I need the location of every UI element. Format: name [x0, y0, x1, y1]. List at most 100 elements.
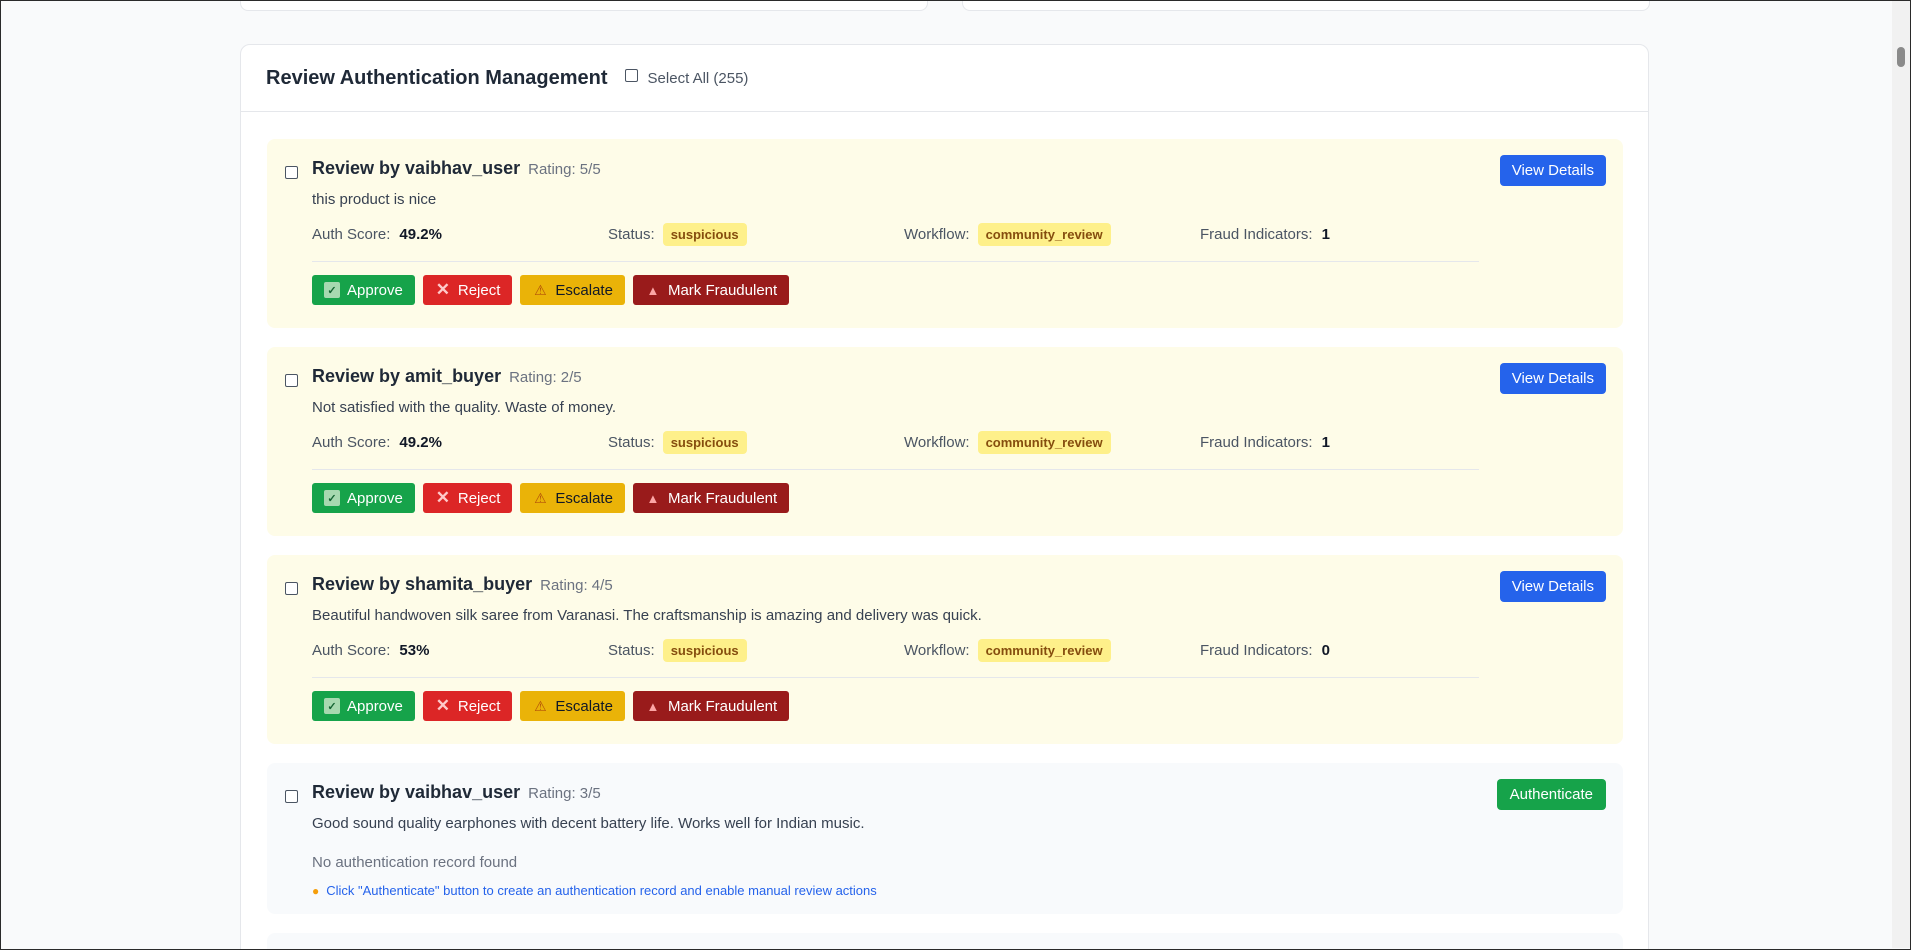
approve-label: Approve: [347, 281, 403, 299]
reject-button[interactable]: ✕ Reject: [422, 691, 513, 721]
workflow-badge: community_review: [977, 430, 1111, 454]
fraud-indicators-label: Fraud Indicators:: [1200, 433, 1313, 451]
auth-score-label: Auth Score:: [312, 433, 391, 451]
review-title: Review by shamita_buyer: [312, 574, 533, 594]
workflow-label: Workflow:: [904, 641, 970, 659]
divider: [312, 261, 1479, 262]
fraud-indicators-value: 1: [1321, 225, 1330, 243]
review-metrics: Auth Score: 49.2% Status: suspicious Workf…: [312, 222, 1483, 246]
fraud-indicators-value: 0: [1321, 641, 1330, 659]
authenticate-hint: ● Click "Authenticate" button to create …: [312, 883, 1483, 898]
approve-button[interactable]: ✓ Approve: [312, 483, 415, 513]
review-text: Beautiful handwoven silk saree from Vara…: [312, 607, 982, 624]
fraud-indicators-label: Fraud Indicators:: [1200, 225, 1313, 243]
status-metric: Status: suspicious: [608, 638, 747, 662]
escalate-button[interactable]: ⚠ Escalate: [520, 275, 625, 305]
auth-score-value: 53%: [399, 641, 430, 659]
vertical-scrollbar[interactable]: [1892, 1, 1910, 948]
review-actions: ✓ Approve ✕ Reject ⚠ Escalate ▲ Mark Fraudul…: [312, 691, 1483, 721]
check-box-icon: ✓: [324, 698, 340, 714]
review-card: Review by amit_buyer Rating: 2/5 Not sat…: [267, 347, 1623, 536]
review-heading: Review by shamita_buyer Rating: 4/5: [312, 574, 1483, 595]
view-details-button[interactable]: View Details: [1499, 155, 1606, 186]
status-badge: suspicious: [662, 430, 747, 454]
review-content: Review by amit_buyer Rating: 2/5 Not sat…: [312, 366, 1483, 513]
review-card: Review by vaibhav_user Rating: 5/5 this …: [267, 139, 1623, 328]
review-rating: Rating: 4/5: [540, 577, 613, 594]
review-content: Review by vaibhav_user Rating: 3/5 Good …: [312, 782, 1483, 898]
siren-icon: ▲: [646, 490, 660, 506]
approve-button[interactable]: ✓ Approve: [312, 691, 415, 721]
summary-card-left: [240, 0, 928, 11]
approve-label: Approve: [347, 697, 403, 715]
approve-button[interactable]: ✓ Approve: [312, 275, 415, 305]
scrollbar-thumb[interactable]: [1897, 47, 1905, 67]
mark-fraudulent-button[interactable]: ▲ Mark Fraudulent: [632, 483, 790, 513]
review-text: Good sound quality earphones with decent…: [312, 815, 865, 832]
authenticate-hint-text: Click "Authenticate" button to create an…: [326, 883, 877, 898]
workflow-label: Workflow:: [904, 433, 970, 451]
review-text: Not satisfied with the quality. Waste of…: [312, 399, 617, 416]
review-heading: Review by amit_buyer Rating: 2/5: [312, 366, 1483, 387]
reject-button[interactable]: ✕ Reject: [422, 483, 513, 513]
review-title: Review by vaibhav_user: [312, 158, 521, 178]
workflow-badge: community_review: [977, 222, 1111, 246]
auth-score-metric: Auth Score: 49.2%: [312, 430, 442, 454]
status-badge: suspicious: [662, 638, 747, 662]
select-all-label: Select All (255): [647, 69, 749, 87]
authenticate-button[interactable]: Authenticate: [1496, 779, 1606, 810]
auth-score-value: 49.2%: [399, 225, 442, 243]
cross-mark-icon: ✕: [435, 280, 450, 299]
review-title: Review by amit_buyer: [312, 366, 502, 386]
warning-icon: ⚠: [534, 697, 547, 714]
review-checkbox[interactable]: [285, 166, 298, 179]
panel-title: Review Authentication Management: [266, 66, 608, 89]
workflow-badge: community_review: [977, 638, 1111, 662]
panel-header: Review Authentication Management Select …: [241, 45, 1648, 112]
review-checkbox[interactable]: [285, 582, 298, 595]
review-checkbox[interactable]: [285, 790, 298, 803]
review-checkbox[interactable]: [285, 374, 298, 387]
workflow-metric: Workflow: community_review: [904, 638, 1111, 662]
auth-score-metric: Auth Score: 49.2%: [312, 222, 442, 246]
approve-label: Approve: [347, 489, 403, 507]
fraud-indicators-label: Fraud Indicators:: [1200, 641, 1313, 659]
workflow-metric: Workflow: community_review: [904, 430, 1111, 454]
status-label: Status:: [608, 641, 655, 659]
warning-icon: ⚠: [534, 489, 547, 506]
review-text: this product is nice: [312, 191, 437, 208]
fraud-indicators-metric: Fraud Indicators: 0: [1200, 638, 1330, 662]
summary-card-right: [962, 0, 1650, 11]
escalate-button[interactable]: ⚠ Escalate: [520, 691, 625, 721]
no-auth-record-message: No authentication record found: [312, 854, 518, 871]
escalate-button[interactable]: ⚠ Escalate: [520, 483, 625, 513]
review-rating: Rating: 2/5: [509, 369, 582, 386]
check-box-icon: ✓: [324, 490, 340, 506]
mark-fraudulent-button[interactable]: ▲ Mark Fraudulent: [632, 275, 790, 305]
mark-fraudulent-button[interactable]: ▲ Mark Fraudulent: [632, 691, 790, 721]
workflow-metric: Workflow: community_review: [904, 222, 1111, 246]
status-metric: Status: suspicious: [608, 430, 747, 454]
auth-score-value: 49.2%: [399, 433, 442, 451]
top-summary-cards: [240, 0, 1650, 11]
view-details-button[interactable]: View Details: [1499, 363, 1606, 394]
fraud-indicators-metric: Fraud Indicators: 1: [1200, 430, 1330, 454]
review-content: Review by vaibhav_user Rating: 5/5 this …: [312, 158, 1483, 305]
status-metric: Status: suspicious: [608, 222, 747, 246]
select-all-checkbox[interactable]: [624, 69, 638, 82]
select-all-control[interactable]: Select All (255): [624, 69, 749, 87]
reject-label: Reject: [457, 489, 501, 507]
review-actions: ✓ Approve ✕ Reject ⚠ Escalate ▲ Mark Fraudul…: [312, 483, 1483, 513]
mark-fraudulent-label: Mark Fraudulent: [667, 489, 778, 507]
review-metrics: Auth Score: 53% Status: suspicious Workflo…: [312, 638, 1483, 662]
divider: [312, 469, 1479, 470]
review-metrics: Auth Score: 49.2% Status: suspicious Workf…: [312, 430, 1483, 454]
mark-fraudulent-label: Mark Fraudulent: [667, 697, 778, 715]
reject-button[interactable]: ✕ Reject: [422, 275, 513, 305]
view-details-button[interactable]: View Details: [1499, 571, 1606, 602]
review-heading: Review by vaibhav_user Rating: 3/5: [312, 782, 1483, 803]
auth-score-label: Auth Score:: [312, 641, 391, 659]
reject-label: Reject: [457, 697, 501, 715]
status-badge: suspicious: [662, 222, 747, 246]
reject-label: Reject: [457, 281, 501, 299]
